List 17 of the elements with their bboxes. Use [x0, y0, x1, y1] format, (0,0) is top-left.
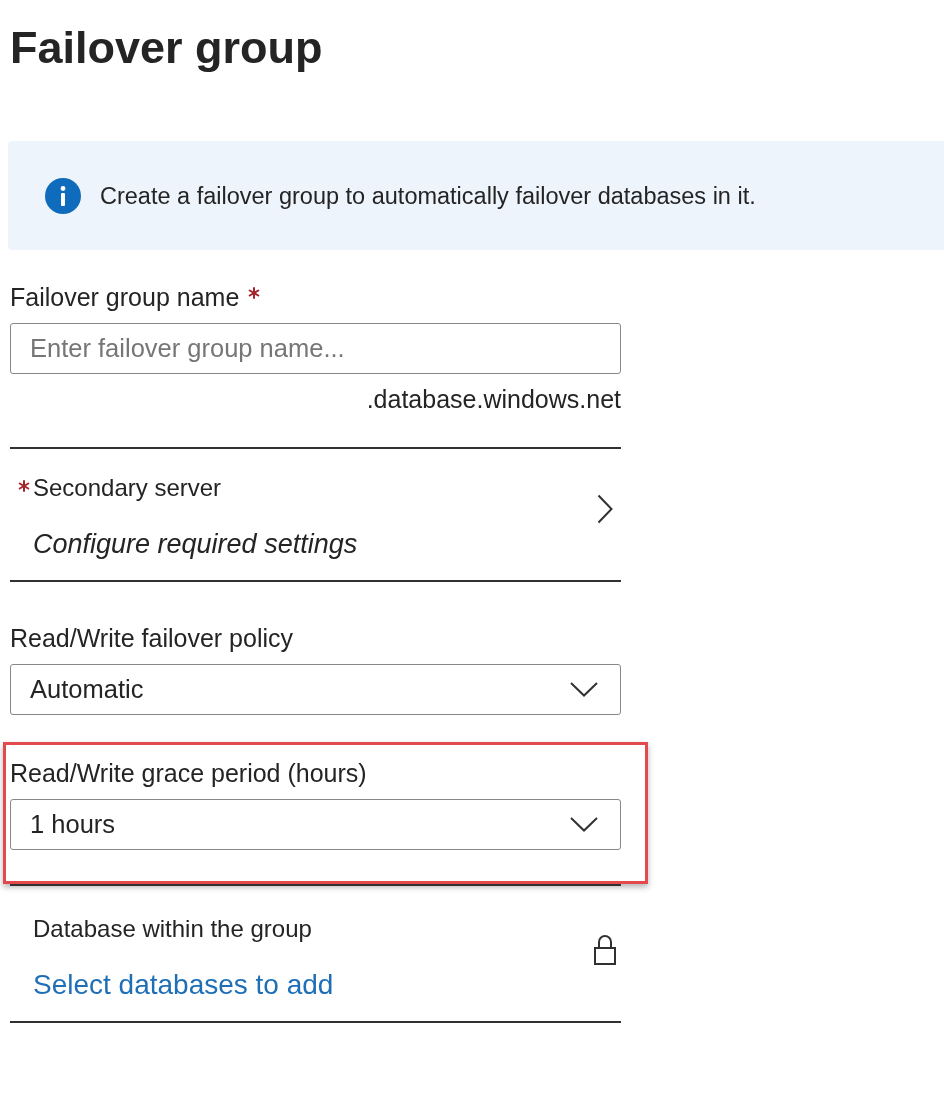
chevron-down-icon [570, 682, 598, 697]
info-message: Create a failover group to automatically failover databases in it. [100, 181, 756, 211]
info-icon [45, 177, 81, 214]
field-label: Read/Write grace period (hours) [10, 758, 367, 788]
field-label: Read/Write failover policy [10, 623, 293, 653]
domain-suffix: .database.windows.net [366, 384, 621, 414]
field-label: Database within the group [33, 914, 312, 944]
text-input[interactable]: Enter failover group name... [10, 323, 621, 374]
dropdown[interactable]: Automatic [10, 664, 621, 715]
chevron-down-icon [570, 817, 598, 832]
picker-value[interactable]: Configure required settings [33, 526, 358, 562]
field-label: Failover group name [10, 282, 240, 312]
dropdown[interactable]: 1 hours [10, 799, 621, 850]
select-link[interactable]: Select databases to add [33, 967, 334, 1003]
page-title: Failover group [10, 21, 324, 75]
field-label: Secondary server [33, 473, 222, 503]
chevron-right-icon[interactable] [597, 494, 613, 524]
